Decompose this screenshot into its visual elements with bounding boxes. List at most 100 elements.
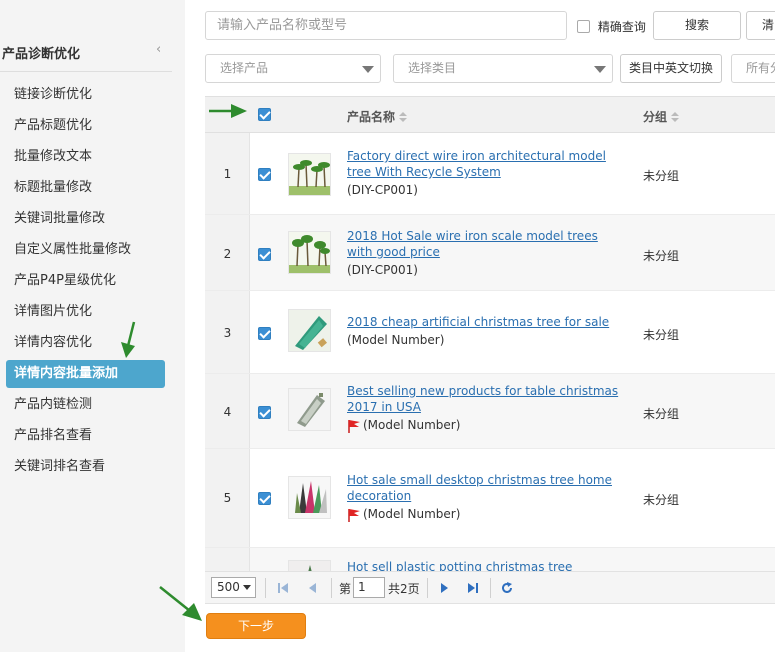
annotation-arrow-icon (159, 586, 202, 621)
refresh-icon[interactable] (500, 581, 514, 595)
row-checkbox[interactable] (258, 492, 271, 505)
row-checkbox[interactable] (258, 248, 271, 261)
pager-divider (490, 578, 491, 598)
table-row: Hot sell plastic potting christmas tree (205, 548, 775, 571)
total-pages: 共2页 (388, 582, 420, 596)
row-number: 5 (223, 491, 232, 505)
annotation-arrow-icon (121, 321, 136, 358)
product-model: (Model Number) (363, 507, 461, 521)
page-prefix: 第 (339, 582, 352, 596)
page-size-value: 500 (217, 580, 240, 594)
column-header-group[interactable]: 分组 (643, 108, 680, 125)
product-model-line: (Model Number) (347, 504, 622, 524)
product-thumbnail (288, 560, 331, 571)
search-button[interactable]: 搜索 (653, 11, 741, 40)
column-header-group-label: 分组 (643, 110, 668, 124)
exact-query-checkbox[interactable] (577, 20, 590, 33)
product-model: (DIY-CP001) (347, 183, 418, 197)
current-page-input[interactable]: 1 (353, 577, 385, 598)
row-checkbox[interactable] (258, 406, 271, 419)
sort-icon (399, 112, 408, 123)
product-link[interactable]: Factory direct wire iron architectural m… (347, 148, 622, 180)
column-header-name-label: 产品名称 (347, 110, 396, 124)
all-select[interactable]: 所有分 (731, 54, 775, 83)
product-thumbnail (288, 231, 331, 274)
sidebar-item-detail-batch-add[interactable]: 详情内容批量添加 (6, 360, 165, 388)
chevron-down-icon (594, 66, 606, 73)
row-number: 1 (223, 167, 232, 181)
sidebar: 产品诊断优化 ‹ 链接诊断优化 产品标题优化 批量修改文本 标题批量修改 关键词… (0, 0, 185, 652)
sidebar-title: 产品诊断优化 (2, 47, 81, 62)
product-name-cell: Factory direct wire iron architectural m… (347, 148, 622, 200)
product-table: 产品名称 分组 1 Factory direct wire iron archi… (205, 96, 775, 571)
product-link[interactable]: 2018 cheap artificial christmas tree for… (347, 314, 622, 330)
sidebar-item-title-optimize[interactable]: 产品标题优化 (0, 110, 172, 141)
product-link[interactable]: Hot sell plastic potting christmas tree (347, 559, 622, 571)
table-row: 4 Best selling new products for table ch… (205, 374, 775, 449)
pager-divider (331, 578, 332, 598)
sidebar-item-batch-title[interactable]: 标题批量修改 (0, 172, 172, 203)
pager-divider (265, 578, 266, 598)
red-flag-icon (348, 508, 360, 522)
next-page-icon[interactable] (437, 581, 451, 595)
product-model-line: (Model Number) (347, 415, 622, 435)
product-link[interactable]: Hot sale small desktop christmas tree ho… (347, 472, 622, 504)
product-select[interactable]: 选择产品 (205, 54, 381, 83)
sidebar-item-batch-text[interactable]: 批量修改文本 (0, 141, 172, 172)
row-checkbox[interactable] (258, 168, 271, 181)
table-row: 2 2018 Hot Sale wire iron scale model tr… (205, 215, 775, 291)
product-thumbnail (288, 153, 331, 196)
chevron-left-icon[interactable]: ‹ (156, 42, 161, 57)
product-link[interactable]: 2018 Hot Sale wire iron scale model tree… (347, 228, 622, 260)
row-number: 3 (223, 326, 232, 340)
product-model: (DIY-CP001) (347, 263, 418, 277)
sidebar-item-internal-link[interactable]: 产品内链检测 (0, 389, 172, 420)
category-select[interactable]: 选择类目 (393, 54, 613, 83)
sidebar-item-batch-keyword[interactable]: 关键词批量修改 (0, 203, 172, 234)
select-all-checkbox[interactable] (258, 108, 271, 121)
product-select-label: 选择产品 (220, 61, 269, 75)
sidebar-item-product-rank[interactable]: 产品排名查看 (0, 420, 172, 451)
search-input[interactable]: 请输入产品名称或型号 (205, 11, 567, 40)
category-select-label: 选择类目 (408, 61, 457, 75)
red-flag-icon (348, 419, 360, 433)
sidebar-item-p4p-star[interactable]: 产品P4P星级优化 (0, 265, 172, 296)
product-model: (Model Number) (347, 333, 445, 347)
clear-button[interactable]: 清 (746, 11, 775, 40)
sidebar-item-detail-image[interactable]: 详情图片优化 (0, 296, 172, 327)
sidebar-item-link-diagnosis[interactable]: 链接诊断优化 (0, 79, 172, 110)
next-step-button[interactable]: 下一步 (206, 613, 306, 639)
row-number: 2 (223, 247, 232, 261)
table-header: 产品名称 分组 (205, 96, 775, 133)
page-size-select[interactable]: 500 (211, 577, 256, 598)
table-row: 3 2018 cheap artificial christmas tree f… (205, 291, 775, 374)
product-link[interactable]: Best selling new products for table chri… (347, 383, 622, 415)
exact-query-toggle[interactable]: 精确查询 (577, 18, 646, 35)
exact-query-label: 精确查询 (597, 20, 646, 34)
pager-divider (427, 578, 428, 598)
prev-page-icon[interactable] (306, 581, 320, 595)
chevron-down-icon (243, 585, 251, 590)
product-name-cell: Hot sell plastic potting christmas tree (347, 559, 622, 571)
sidebar-item-custom-attr[interactable]: 自定义属性批量修改 (0, 234, 172, 265)
sort-icon (671, 112, 680, 123)
row-checkbox[interactable] (258, 327, 271, 340)
column-header-name[interactable]: 产品名称 (347, 108, 408, 125)
product-group: 未分组 (643, 249, 680, 263)
product-group: 未分组 (643, 407, 680, 421)
product-group: 未分组 (643, 169, 680, 183)
product-group: 未分组 (643, 328, 680, 342)
main-panel: 请输入产品名称或型号 精确查询 搜索 清 选择产品 选择类目 类目中英文切换 所… (159, 0, 775, 652)
first-page-icon[interactable] (276, 581, 290, 595)
product-name-cell: 2018 cheap artificial christmas tree for… (347, 314, 622, 350)
product-thumbnail (288, 388, 331, 431)
annotation-arrow-icon (209, 104, 247, 118)
last-page-icon[interactable] (466, 581, 480, 595)
sidebar-item-detail-content[interactable]: 详情内容优化 (0, 327, 172, 358)
lang-switch-button[interactable]: 类目中英文切换 (620, 54, 722, 83)
sidebar-item-keyword-rank[interactable]: 关键词排名查看 (0, 451, 172, 482)
row-number: 4 (223, 405, 232, 419)
chevron-down-icon (362, 66, 374, 73)
product-thumbnail (288, 476, 331, 519)
row-index-cell (205, 548, 250, 571)
